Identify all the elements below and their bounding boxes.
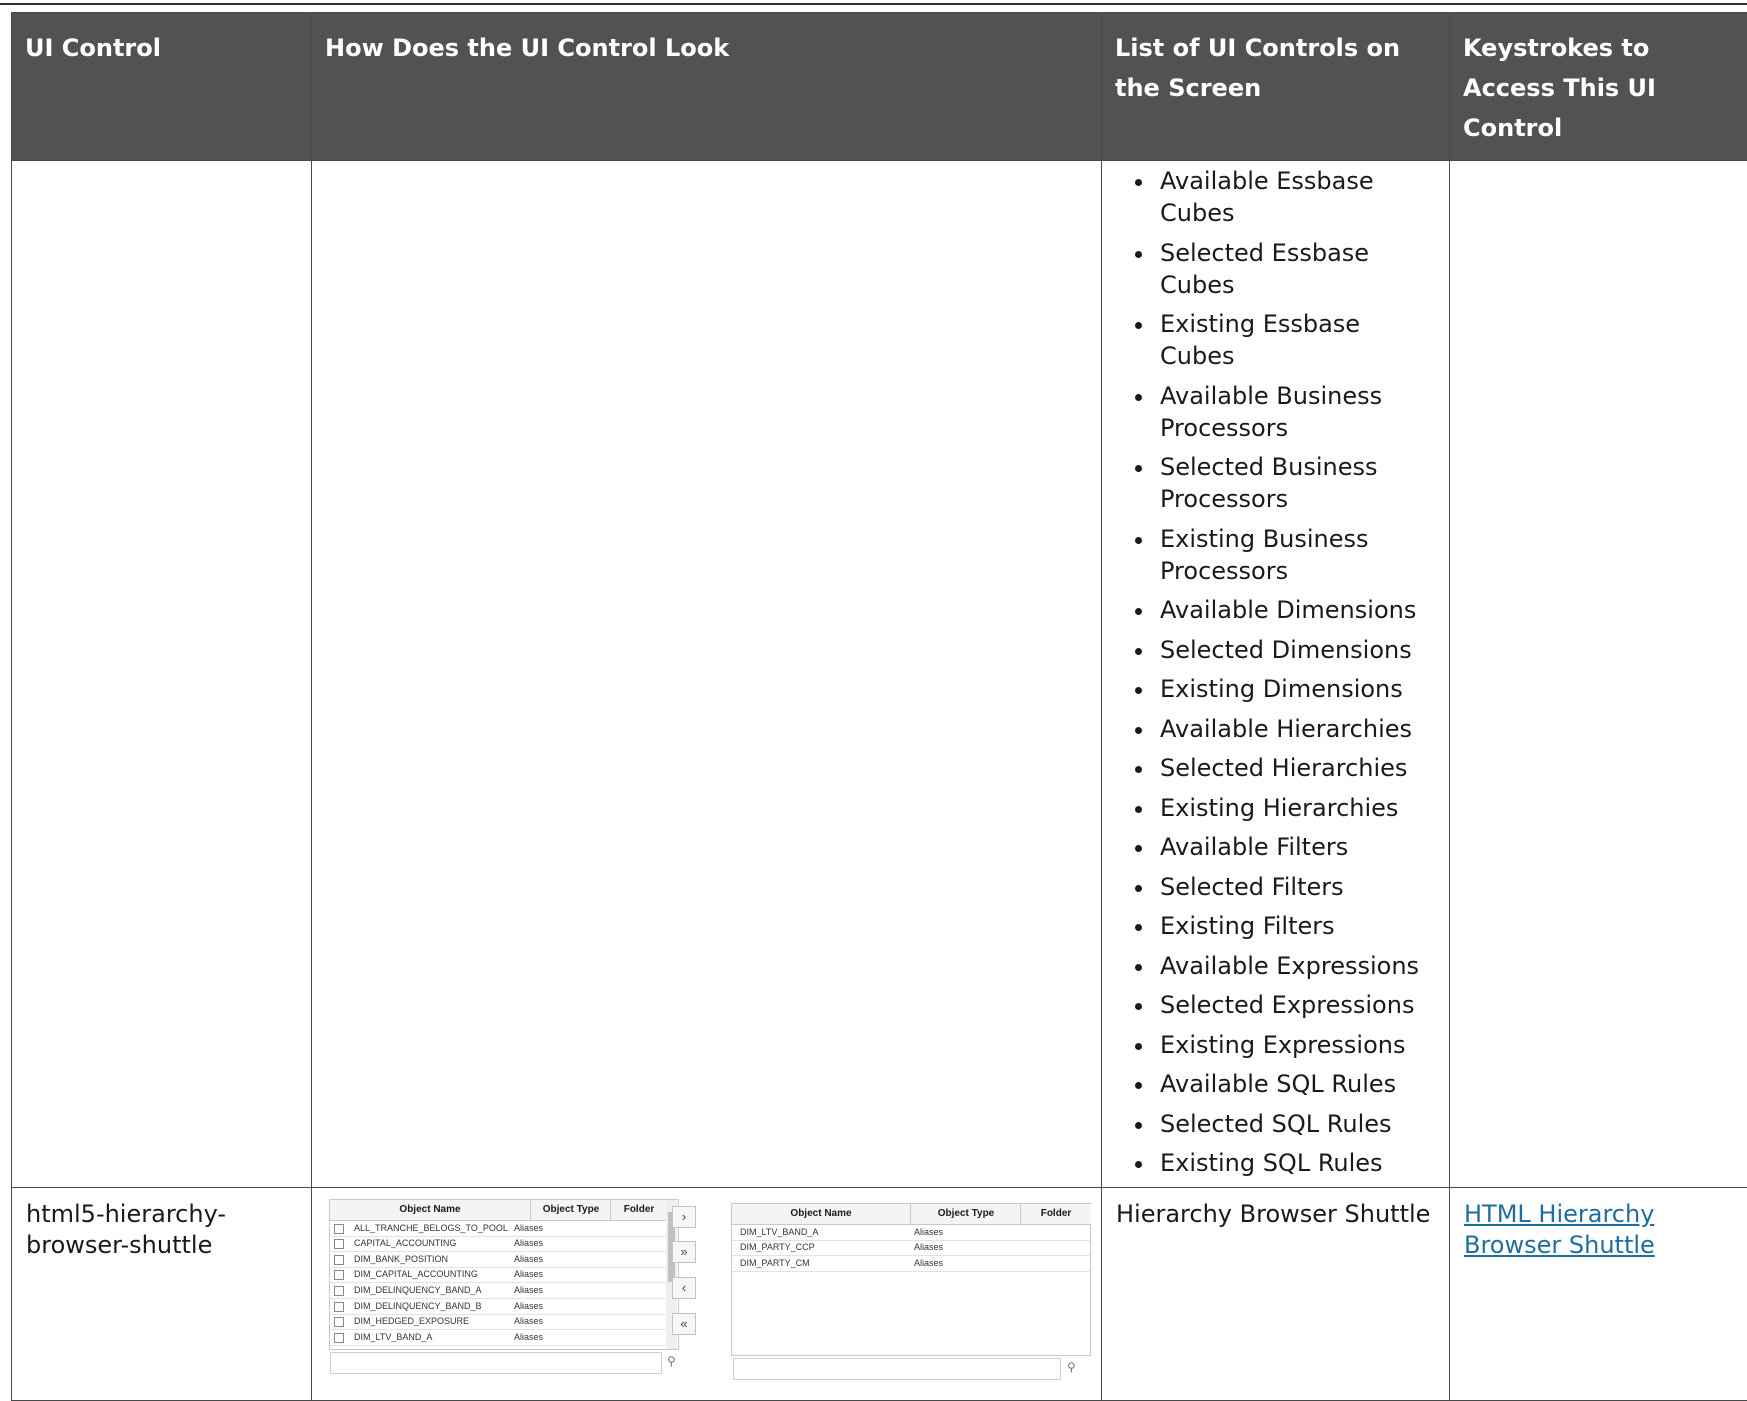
list-item: Available Dimensions <box>1156 594 1437 626</box>
list-text: Hierarchy Browser Shuttle <box>1103 1189 1448 1240</box>
row-checkbox[interactable] <box>334 1255 344 1265</box>
list-item: Available Filters <box>1156 831 1437 863</box>
keystrokes-cell <box>1450 161 1747 1188</box>
table-row[interactable]: CAPITAL_ACCOUNTING Aliases <box>330 1236 666 1252</box>
search-icon[interactable]: ⚲ <box>1067 1360 1076 1374</box>
object-name-cell: DIM_LTV_BAND_A <box>354 1332 432 1342</box>
list-item: Selected Dimensions <box>1156 634 1437 666</box>
header-row: UI Control How Does the UI Control Look … <box>12 13 1747 161</box>
list-item: Existing Dimensions <box>1156 673 1437 705</box>
list-item: Existing Expressions <box>1156 1029 1437 1061</box>
list-item: Selected Essbase Cubes <box>1156 237 1437 301</box>
look-cell: Object Name Object Type Folder ALL_TRANC… <box>312 1187 1102 1400</box>
row-checkbox[interactable] <box>334 1333 344 1343</box>
object-type-cell: Aliases <box>514 1254 543 1264</box>
object-type-cell: Aliases <box>914 1258 943 1268</box>
header-ui-control: UI Control <box>12 13 312 161</box>
move-all-right-button[interactable]: » <box>672 1241 696 1263</box>
keystrokes-cell: HTML Hierarchy Browser Shuttle <box>1450 1187 1747 1400</box>
header-how-look: How Does the UI Control Look <box>312 13 1102 161</box>
table-row: Available Essbase Cubes Selected Essbase … <box>12 161 1747 1188</box>
object-type-cell: Aliases <box>514 1332 543 1342</box>
list-item: Available Essbase Cubes <box>1156 165 1437 229</box>
object-name-cell: DIM_DELINQUENCY_BAND_A <box>354 1285 482 1295</box>
ui-controls-table: UI Control How Does the UI Control Look … <box>11 12 1747 1401</box>
object-name-cell: DIM_DELINQUENCY_BAND_B <box>354 1301 482 1311</box>
table-row[interactable]: DIM_PARTY_CM Aliases <box>732 1256 1090 1272</box>
ui-control-cell <box>12 161 312 1188</box>
list-cell: Hierarchy Browser Shuttle <box>1102 1187 1450 1400</box>
html-hierarchy-browser-shuttle-link[interactable]: HTML Hierarchy Browser Shuttle <box>1464 1200 1655 1259</box>
object-name-cell: DIM_HEDGED_EXPOSURE <box>354 1316 469 1326</box>
list-item: Existing SQL Rules <box>1156 1147 1437 1179</box>
list-item: Selected Expressions <box>1156 989 1437 1021</box>
top-rule <box>0 3 1747 5</box>
left-header-folder[interactable]: Folder <box>610 1200 667 1221</box>
left-header-object-name[interactable]: Object Name <box>330 1200 530 1221</box>
table-row[interactable]: DIM_DELINQUENCY_BAND_A Aliases <box>330 1283 666 1299</box>
header-list-controls: List of UI Controls on the Screen <box>1102 13 1450 161</box>
list-item: Available Business Processors <box>1156 380 1437 444</box>
list-item: Selected Hierarchies <box>1156 752 1437 784</box>
look-cell <box>312 161 1102 1188</box>
right-header-object-name[interactable]: Object Name <box>732 1204 910 1225</box>
table-row[interactable]: DIM_BANK_POSITION Aliases <box>330 1252 666 1268</box>
list-item: Selected Filters <box>1156 871 1437 903</box>
list-item: Available SQL Rules <box>1156 1068 1437 1100</box>
object-name-cell: CAPITAL_ACCOUNTING <box>354 1238 456 1248</box>
list-item: Selected Business Processors <box>1156 451 1437 515</box>
table-row[interactable]: DIM_LTV_BAND_A Aliases <box>732 1225 1090 1241</box>
object-name-cell: DIM_PARTY_CCP <box>740 1242 815 1252</box>
search-icon[interactable]: ⚲ <box>667 1354 676 1368</box>
table-row[interactable]: DIM_CAPITAL_ACCOUNTING Aliases <box>330 1267 666 1283</box>
object-name-cell: DIM_LTV_BAND_A <box>740 1227 818 1237</box>
table-row[interactable]: ALL_TRANCHE_BELOGS_TO_POOL Aliases <box>330 1221 666 1237</box>
list-item: Available Expressions <box>1156 950 1437 982</box>
object-type-cell: Aliases <box>514 1238 543 1248</box>
object-type-cell: Aliases <box>914 1242 943 1252</box>
table-row[interactable]: DIM_HEDGED_EXPOSURE Aliases <box>330 1314 666 1330</box>
row-checkbox[interactable] <box>334 1270 344 1280</box>
table-row[interactable]: DIM_LTV_BAND_A Aliases <box>330 1330 666 1346</box>
object-type-cell: Aliases <box>514 1285 543 1295</box>
controls-list: Available Essbase Cubes Selected Essbase … <box>1106 165 1437 1179</box>
object-type-cell: Aliases <box>514 1269 543 1279</box>
list-item: Existing Filters <box>1156 910 1437 942</box>
left-header-object-type[interactable]: Object Type <box>530 1200 611 1221</box>
hierarchy-browser-shuttle: Object Name Object Type Folder ALL_TRANC… <box>313 1189 1103 1399</box>
selected-grid: Object Name Object Type Folder DIM_LTV_B… <box>731 1203 1091 1356</box>
object-type-cell: Aliases <box>514 1301 543 1311</box>
object-name-cell: ALL_TRANCHE_BELOGS_TO_POOL <box>354 1223 508 1233</box>
list-item: Existing Hierarchies <box>1156 792 1437 824</box>
object-name-cell: DIM_PARTY_CM <box>740 1258 810 1268</box>
right-header-object-type[interactable]: Object Type <box>910 1204 1021 1225</box>
list-item: Existing Essbase Cubes <box>1156 308 1437 372</box>
right-search-input[interactable] <box>733 1358 1061 1380</box>
object-type-cell: Aliases <box>914 1227 943 1237</box>
move-left-button[interactable]: ‹ <box>672 1277 696 1299</box>
right-header-folder[interactable]: Folder <box>1020 1204 1091 1225</box>
ui-control-name: html5-hierarchy-browser-shuttle <box>13 1189 310 1271</box>
move-all-left-button[interactable]: « <box>672 1313 696 1335</box>
table-row[interactable]: DIM_DELINQUENCY_BAND_B Aliases <box>330 1299 666 1315</box>
object-name-cell: DIM_CAPITAL_ACCOUNTING <box>354 1269 478 1279</box>
object-type-cell: Aliases <box>514 1223 543 1233</box>
row-checkbox[interactable] <box>334 1239 344 1249</box>
available-grid: Object Name Object Type Folder ALL_TRANC… <box>329 1199 679 1350</box>
list-item: Available Hierarchies <box>1156 713 1437 745</box>
row-checkbox[interactable] <box>334 1317 344 1327</box>
left-search-input[interactable] <box>330 1352 662 1374</box>
list-item: Selected SQL Rules <box>1156 1108 1437 1140</box>
move-right-button[interactable]: › <box>672 1206 696 1228</box>
table-row: html5-hierarchy-browser-shuttle Object N… <box>12 1187 1747 1400</box>
object-name-cell: DIM_BANK_POSITION <box>354 1254 448 1264</box>
row-checkbox[interactable] <box>334 1224 344 1234</box>
header-keystrokes: Keystrokes to Access This UI Control <box>1450 13 1747 161</box>
object-type-cell: Aliases <box>514 1316 543 1326</box>
list-item: Existing Business Processors <box>1156 523 1437 587</box>
controls-list-cell: Available Essbase Cubes Selected Essbase … <box>1102 161 1450 1188</box>
ui-control-cell: html5-hierarchy-browser-shuttle <box>12 1187 312 1400</box>
row-checkbox[interactable] <box>334 1286 344 1296</box>
row-checkbox[interactable] <box>334 1302 344 1312</box>
